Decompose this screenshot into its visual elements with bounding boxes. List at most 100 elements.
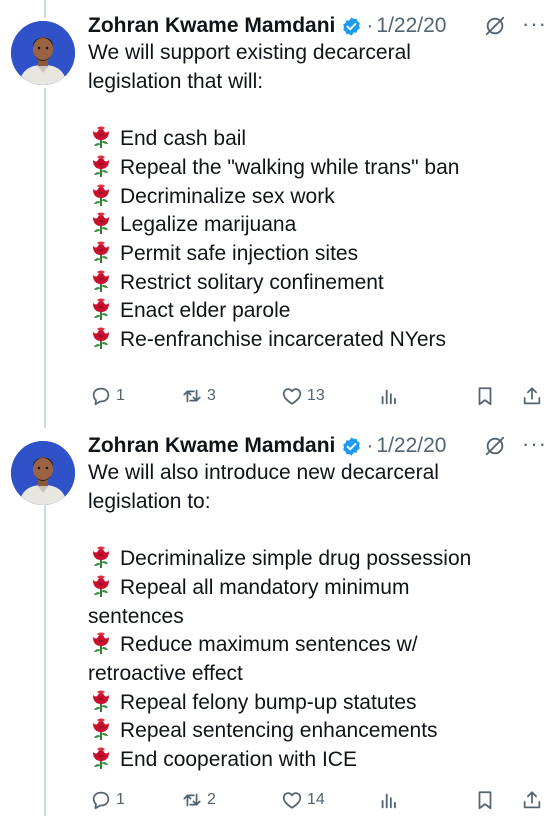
tweet-2[interactable]: Zohran Kwame Mamdani · 1/22/20 ··· We will a… <box>0 431 555 821</box>
share-icon <box>521 789 543 811</box>
action-bar: 1 3 13 <box>88 382 555 410</box>
tweet-intro-line: We will also introduce new decarceral <box>88 461 439 484</box>
verified-badge-icon <box>341 16 362 37</box>
list-item-text: Permit safe injection sites <box>120 241 359 265</box>
rose-emoji-icon <box>88 631 114 655</box>
likes-count: 14 <box>307 791 325 808</box>
list-item-text: Repeal felony bump-up statutes <box>120 690 417 714</box>
replies-count: 1 <box>116 791 125 808</box>
more-options-button[interactable]: ··· <box>522 11 547 37</box>
tweet-intro-line: legislation to: <box>88 489 211 513</box>
rose-emoji-icon <box>88 326 114 350</box>
like-button[interactable]: 13 <box>281 382 325 410</box>
repost-icon <box>181 385 203 407</box>
tweet-intro-line: legislation that will: <box>88 69 264 93</box>
grok-icon[interactable] <box>484 15 506 37</box>
author-name[interactable]: Zohran Kwame Mamdani <box>88 434 335 458</box>
repost-button[interactable]: 3 <box>181 382 216 410</box>
list-item: Re-enfranchise incarcerated NYers <box>88 326 548 355</box>
rose-emoji-icon <box>88 240 114 264</box>
like-button[interactable]: 14 <box>281 786 325 814</box>
list-item-text: Reduce maximum sentences w/ <box>120 633 418 657</box>
author-name[interactable]: Zohran Kwame Mamdani <box>88 14 335 38</box>
views-button[interactable] <box>378 786 400 814</box>
bookmark-button[interactable] <box>474 786 496 814</box>
list-item: retroactive effect <box>88 660 548 689</box>
more-options-button[interactable]: ··· <box>522 431 547 457</box>
list-item-text: Repeal the "walking while trans" ban <box>120 155 460 179</box>
tweet-header: Zohran Kwame Mamdani · 1/22/20 ··· <box>88 431 555 461</box>
bookmark-icon <box>474 789 496 811</box>
tweet-text: We will also introduce new decarceral leg… <box>88 459 548 775</box>
separator-dot: · <box>366 434 374 457</box>
list-item-text: Repeal sentencing enhancements <box>120 719 438 743</box>
repost-button[interactable]: 2 <box>181 786 216 814</box>
list-item: End cash bail <box>88 125 548 154</box>
tweet-1[interactable]: Zohran Kwame Mamdani · 1/22/20 ··· We will s… <box>0 11 555 406</box>
list-item-text: Repeal all mandatory minimum <box>120 575 410 599</box>
tweet-intro-line: We will support existing decarceral <box>88 41 411 64</box>
list-item-text: retroactive effect <box>88 661 243 685</box>
replies-count: 1 <box>116 387 125 404</box>
separator-dot: · <box>366 14 374 37</box>
rose-emoji-icon <box>88 746 114 770</box>
verified-badge-icon <box>341 436 362 457</box>
tweet-header: Zohran Kwame Mamdani · 1/22/20 ··· <box>88 11 555 41</box>
reposts-count: 3 <box>207 387 216 404</box>
rose-emoji-icon <box>88 689 114 713</box>
tweet-date[interactable]: 1/22/20 <box>376 14 446 38</box>
avatar[interactable] <box>11 21 75 85</box>
tweet-date[interactable]: 1/22/20 <box>376 434 446 458</box>
rose-emoji-icon <box>88 183 114 207</box>
list-item: Permit safe injection sites <box>88 240 548 269</box>
analytics-icon <box>378 385 400 407</box>
list-item-text: Decriminalize sex work <box>120 184 335 208</box>
list-item: Restrict solitary confinement <box>88 269 548 298</box>
analytics-icon <box>378 789 400 811</box>
grok-icon[interactable] <box>484 435 506 457</box>
heart-icon <box>281 789 303 811</box>
list-item-text: End cooperation with ICE <box>120 748 357 772</box>
likes-count: 13 <box>307 387 325 404</box>
list-item-text: Enact elder parole <box>120 299 291 323</box>
list-item: Repeal sentencing enhancements <box>88 717 548 746</box>
rose-emoji-icon <box>88 125 114 149</box>
list-item: Repeal the "walking while trans" ban <box>88 154 548 183</box>
list-item-text: Decriminalize simple drug possession <box>120 547 472 571</box>
list-item-text: End cash bail <box>120 127 247 151</box>
avatar[interactable] <box>11 441 75 505</box>
reply-icon <box>90 789 112 811</box>
share-button[interactable] <box>521 382 543 410</box>
rose-emoji-icon <box>88 269 114 293</box>
list-item: Repeal felony bump-up statutes <box>88 689 548 718</box>
list-item: sentences <box>88 603 548 632</box>
rose-emoji-icon <box>88 574 114 598</box>
rose-emoji-icon <box>88 297 114 321</box>
list-item: Decriminalize simple drug possession <box>88 545 548 574</box>
bookmark-icon <box>474 385 496 407</box>
list-item: Legalize marijuana <box>88 211 548 240</box>
list-item: End cooperation with ICE <box>88 746 548 775</box>
tweet-text: We will support existing decarceral legis… <box>88 39 548 355</box>
reposts-count: 2 <box>207 791 216 808</box>
reply-button[interactable]: 1 <box>90 786 125 814</box>
views-button[interactable] <box>378 382 400 410</box>
share-icon <box>521 385 543 407</box>
rose-emoji-icon <box>88 154 114 178</box>
rose-emoji-icon <box>88 717 114 741</box>
list-item-text: sentences <box>88 604 184 628</box>
list-item-text: Legalize marijuana <box>120 213 297 237</box>
list-item: Reduce maximum sentences w/ <box>88 631 548 660</box>
list-item: Enact elder parole <box>88 297 548 326</box>
bookmark-button[interactable] <box>474 382 496 410</box>
action-bar: 1 2 14 <box>88 786 555 814</box>
repost-icon <box>181 789 203 811</box>
list-item-text: Re-enfranchise incarcerated NYers <box>120 328 447 352</box>
reply-button[interactable]: 1 <box>90 382 125 410</box>
rose-emoji-icon <box>88 211 114 235</box>
heart-icon <box>281 385 303 407</box>
share-button[interactable] <box>521 786 543 814</box>
reply-icon <box>90 385 112 407</box>
